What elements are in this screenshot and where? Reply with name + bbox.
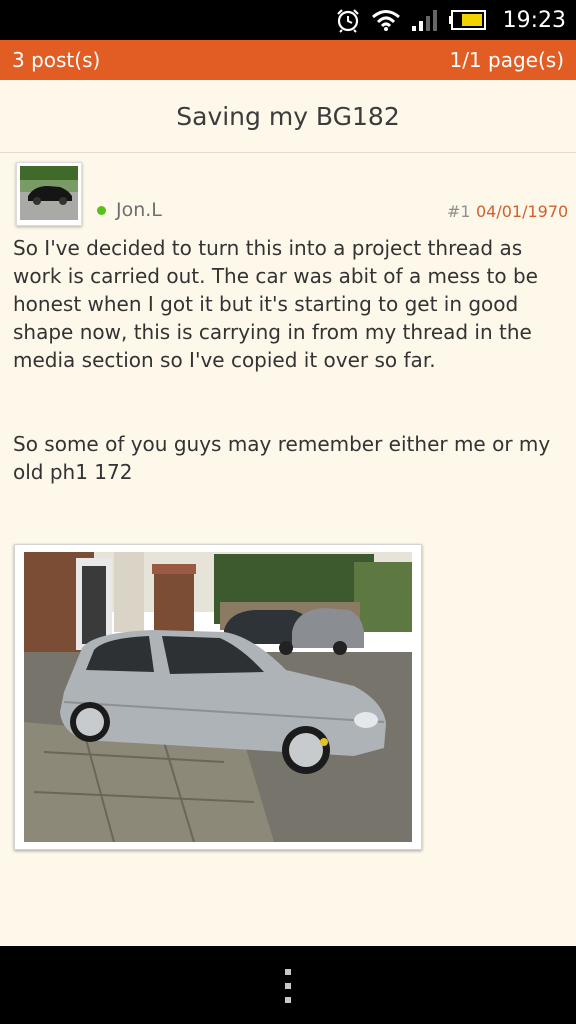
- post-image[interactable]: [14, 544, 422, 850]
- post-count: 3 post(s): [12, 48, 101, 72]
- thread-info-bar: 3 post(s) 1/1 page(s): [0, 40, 576, 80]
- thread-header: Saving my BG182: [0, 80, 576, 153]
- avatar[interactable]: [16, 162, 82, 226]
- post-date: 04/01/1970: [476, 202, 569, 221]
- wifi-icon: [371, 10, 400, 31]
- status-bar: 19:23: [0, 0, 576, 40]
- battery-icon: [448, 10, 486, 30]
- post-author[interactable]: Jon.L: [116, 199, 162, 221]
- overflow-menu-icon[interactable]: [283, 968, 293, 1004]
- post-paragraph: So some of you guys may remember either …: [13, 432, 551, 484]
- post-number: #1: [447, 202, 471, 221]
- thread-title: Saving my BG182: [176, 102, 400, 131]
- alarm-icon: [336, 9, 359, 33]
- avatar-image: [20, 166, 78, 220]
- status-time: 19:23: [502, 7, 566, 33]
- page-count[interactable]: 1/1 page(s): [449, 48, 564, 72]
- online-indicator: [97, 206, 106, 215]
- post-paragraph: So I've decided to turn this into a proj…: [13, 236, 538, 372]
- signal-icon: [411, 10, 437, 31]
- car-photo: [24, 552, 412, 842]
